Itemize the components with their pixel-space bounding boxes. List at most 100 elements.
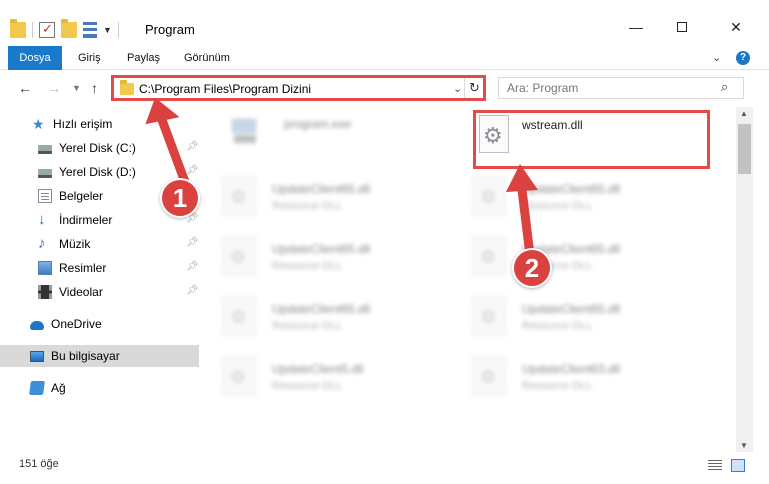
file-list: program.exe UpdateClient65.dll Resource … xyxy=(212,107,735,452)
sidebar-item-onedrive[interactable]: OneDrive xyxy=(0,313,199,335)
file-item[interactable]: UpdateClient63.dll Resource DLL xyxy=(462,350,702,410)
tab-paylas[interactable]: Paylaş xyxy=(115,46,172,70)
dll-icon xyxy=(222,296,256,336)
sidebar-item-label: İndirmeler xyxy=(59,213,113,227)
documents-icon xyxy=(38,189,52,203)
sidebar-item-label: OneDrive xyxy=(51,317,102,331)
help-icon[interactable]: ? xyxy=(736,51,750,65)
address-dropdown-chevron-icon[interactable]: ⌄ xyxy=(453,82,462,95)
sidebar-item-label: Yerel Disk (D:) xyxy=(59,165,136,179)
minimize-icon: — xyxy=(629,19,643,35)
details-view-icon[interactable] xyxy=(708,460,722,471)
file-name: UpdateClient65.dll xyxy=(522,182,621,196)
pin-icon[interactable]: 📌︎ xyxy=(186,237,199,248)
address-bar[interactable]: C:\Program Files\Program Dizini ⌄ ↻ xyxy=(111,75,486,101)
file-type: Resource DLL xyxy=(272,200,343,212)
scroll-up-icon[interactable]: ▲ xyxy=(740,109,748,118)
step-badge-1: 1 xyxy=(160,178,200,218)
scrollbar-thumb[interactable] xyxy=(738,124,751,174)
ribbon-tabs: Dosya Giriş Paylaş Görünüm ⌄ ? xyxy=(0,46,769,70)
address-path[interactable]: C:\Program Files\Program Dizini xyxy=(139,82,311,96)
file-item[interactable]: program.exe xyxy=(212,107,452,167)
music-icon: ♪ xyxy=(38,235,46,252)
drive-icon xyxy=(38,169,52,178)
file-item[interactable]: UpdateClient65.dll Resource DLL xyxy=(212,170,452,230)
pin-icon[interactable]: 📌︎ xyxy=(186,285,199,296)
close-icon: ✕ xyxy=(730,18,742,35)
sidebar-item-label: Belgeler xyxy=(59,189,104,203)
dll-icon xyxy=(222,236,256,276)
file-item[interactable]: UpdateClient65.dll Resource DLL xyxy=(212,290,452,350)
expand-ribbon-chevron-icon[interactable]: ⌄ xyxy=(712,51,721,64)
sidebar-item-videos[interactable]: Videolar 📌︎ xyxy=(0,281,199,303)
file-item[interactable]: UpdateClient65.dll Resource DLL xyxy=(462,230,702,290)
file-name: UpdateClient63.dll xyxy=(522,362,621,376)
dll-icon xyxy=(472,356,506,396)
folder-icon xyxy=(120,80,134,95)
toolbar-divider xyxy=(32,22,33,38)
network-icon xyxy=(29,381,45,395)
properties-list-icon[interactable] xyxy=(83,22,97,38)
close-button[interactable]: ✕ xyxy=(713,12,759,42)
sidebar-item-label: Ağ xyxy=(51,381,66,395)
tab-gorunum[interactable]: Görünüm xyxy=(172,46,242,70)
navigation-bar: ← → ▼ ↑ C:\Program Files\Program Dizini … xyxy=(0,71,769,105)
pictures-icon xyxy=(38,261,52,275)
file-name: UpdateClient65.dll xyxy=(272,302,371,316)
pin-icon[interactable]: 📌︎ xyxy=(186,261,199,272)
dll-icon xyxy=(472,296,506,336)
file-type: Resource DLL xyxy=(272,320,343,332)
navigation-pane: ★ Hızlı erişim Yerel Disk (C:) 📌︎ Yerel … xyxy=(0,107,205,447)
computer-icon xyxy=(30,350,44,362)
sidebar-item-label: Resimler xyxy=(59,261,107,275)
pin-icon[interactable]: 📌︎ xyxy=(186,165,199,176)
folder-icon[interactable] xyxy=(10,19,26,38)
sidebar-item-label: Müzik xyxy=(59,237,91,251)
maximize-button[interactable] xyxy=(659,12,705,42)
properties-check-icon[interactable] xyxy=(39,21,55,38)
highlight-box xyxy=(473,110,710,169)
scroll-down-icon[interactable]: ▼ xyxy=(740,441,748,450)
sidebar-item-local-disk-c[interactable]: Yerel Disk (C:) 📌︎ xyxy=(0,137,199,159)
vertical-scrollbar[interactable]: ▲ ▼ xyxy=(736,107,753,452)
sidebar-item-this-pc[interactable]: Bu bilgisayar xyxy=(0,345,199,367)
file-item[interactable]: UpdateClient5.dll Resource DLL xyxy=(212,350,452,410)
search-input[interactable]: Ara: Program ⌕ xyxy=(498,77,744,99)
file-item[interactable]: UpdateClient65.dll Resource DLL xyxy=(212,230,452,290)
file-name: UpdateClient5.dll xyxy=(272,362,364,376)
quick-access-toolbar: ▼ xyxy=(10,19,125,40)
forward-arrow-icon[interactable]: → xyxy=(47,80,61,96)
exe-icon xyxy=(230,113,260,147)
sidebar-item-label: Yerel Disk (C:) xyxy=(59,141,136,155)
download-icon: ↓ xyxy=(38,211,46,228)
refresh-icon[interactable]: ↻ xyxy=(464,78,484,98)
sidebar-item-pictures[interactable]: Resimler 📌︎ xyxy=(0,257,199,279)
minimize-button[interactable]: — xyxy=(613,12,659,42)
star-icon: ★ xyxy=(32,116,45,132)
large-icons-view-icon[interactable] xyxy=(731,459,745,472)
sidebar-item-network[interactable]: Ağ xyxy=(0,377,199,399)
toolbar-divider xyxy=(117,22,119,38)
new-folder-icon[interactable] xyxy=(61,19,77,38)
dll-icon xyxy=(222,356,256,396)
file-type: Resource DLL xyxy=(272,380,343,392)
customize-toolbar-dropdown-icon[interactable]: ▼ xyxy=(103,25,112,35)
title-bar: ▼ Program — ✕ xyxy=(0,0,769,46)
video-icon xyxy=(38,285,52,299)
file-item[interactable]: UpdateClient65.dll Resource DLL xyxy=(462,290,702,350)
pin-icon[interactable]: 📌︎ xyxy=(186,141,199,152)
back-arrow-icon[interactable]: ← xyxy=(18,80,32,96)
search-icon[interactable]: ⌕ xyxy=(721,79,728,95)
file-name: UpdateClient65.dll xyxy=(272,242,371,256)
file-item[interactable]: UpdateClient65.dll Resource DLL xyxy=(462,170,702,230)
sidebar-item-label: Bu bilgisayar xyxy=(51,349,120,363)
tab-dosya[interactable]: Dosya xyxy=(8,46,62,70)
sidebar-item-quick-access[interactable]: ★ Hızlı erişim xyxy=(0,113,199,135)
up-arrow-icon[interactable]: ↑ xyxy=(91,80,98,96)
file-type: Resource DLL xyxy=(522,380,593,392)
sidebar-item-label: Hızlı erişim xyxy=(53,117,113,131)
sidebar-item-music[interactable]: ♪ Müzik 📌︎ xyxy=(0,233,199,255)
tab-giris[interactable]: Giriş xyxy=(66,46,113,70)
file-name: UpdateClient65.dll xyxy=(522,302,621,316)
recent-locations-chevron-icon[interactable]: ▼ xyxy=(72,83,81,93)
